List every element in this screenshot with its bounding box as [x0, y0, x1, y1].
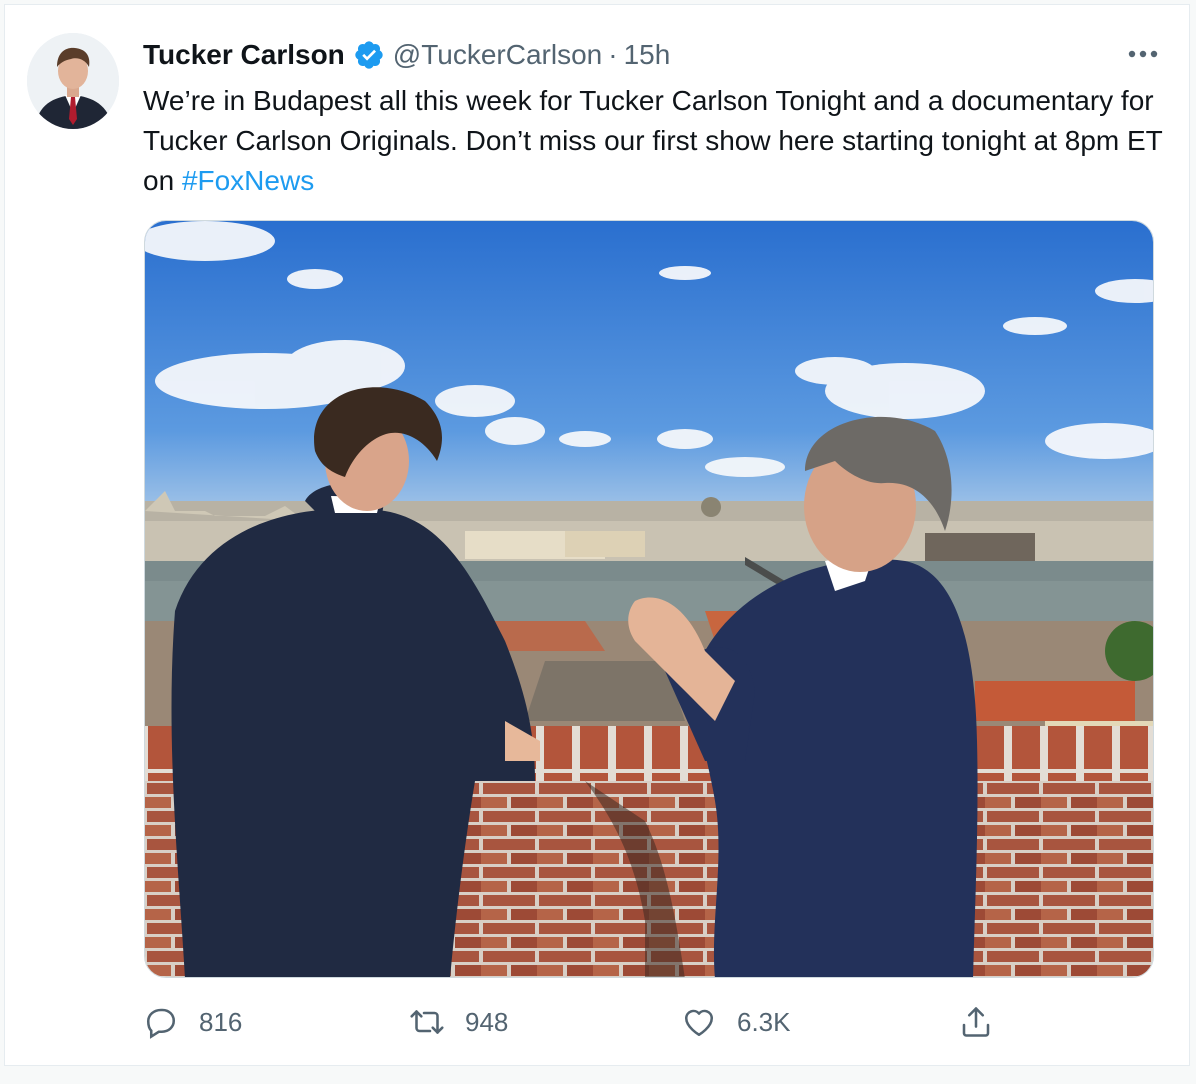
- tweet-photo[interactable]: [144, 220, 1154, 978]
- avatar[interactable]: [27, 33, 119, 129]
- like-count: 6.3K: [737, 1006, 791, 1037]
- retweet-icon: [410, 1010, 444, 1034]
- tweet-header: Tucker Carlson @TuckerCarlson · 15h: [143, 33, 670, 77]
- share-button[interactable]: [958, 1000, 994, 1044]
- more-horizontal-icon: [1128, 50, 1158, 58]
- photo-image: [145, 221, 1153, 977]
- tweet-card[interactable]: Tucker Carlson @TuckerCarlson · 15h We’r…: [4, 4, 1190, 1066]
- header-separator: ·: [608, 39, 618, 70]
- verified-badge-icon: [353, 39, 385, 71]
- hashtag-link[interactable]: #FoxNews: [182, 165, 314, 196]
- like-button[interactable]: 6.3K: [681, 1000, 791, 1044]
- reply-icon: [146, 1008, 176, 1039]
- author-name[interactable]: Tucker Carlson: [143, 39, 345, 71]
- heart-icon: [684, 1009, 714, 1037]
- avatar-image: [27, 33, 119, 129]
- reply-button[interactable]: 816: [143, 1000, 242, 1044]
- author-handle[interactable]: @TuckerCarlson: [393, 39, 602, 71]
- retweet-button[interactable]: 948: [409, 1000, 508, 1044]
- share-icon: [962, 1007, 990, 1037]
- tweet-text: We’re in Budapest all this week for Tuck…: [143, 81, 1163, 201]
- retweet-count: 948: [465, 1006, 509, 1037]
- tweet-timestamp[interactable]: 15h: [624, 39, 671, 71]
- more-options-button[interactable]: [1125, 39, 1161, 69]
- reply-count: 816: [199, 1006, 243, 1037]
- tweet-actions: 816 948 6.3K: [143, 1000, 1153, 1044]
